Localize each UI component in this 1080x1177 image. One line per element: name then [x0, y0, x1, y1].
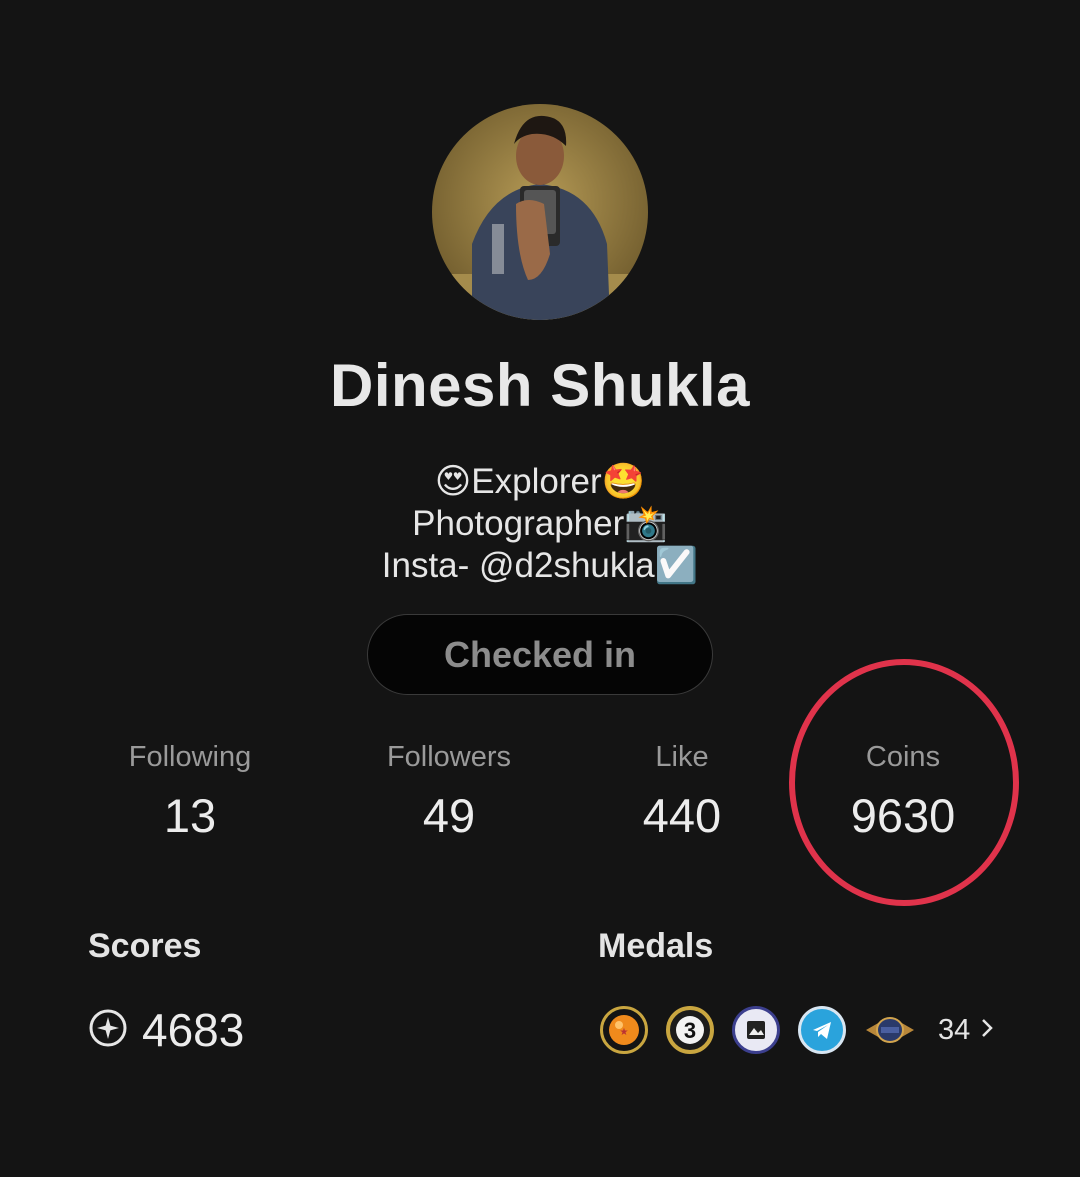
- telegram-medal-icon: [798, 1006, 846, 1054]
- score-value: 4683: [142, 1004, 245, 1056]
- svg-text:★: ★: [620, 1027, 629, 1038]
- stat-label: Like: [655, 741, 709, 773]
- photo-medal-icon: [732, 1006, 780, 1054]
- medals-title: Medals: [598, 927, 714, 965]
- highlight-circle-annotation: [789, 659, 1019, 906]
- winged-badge-medal-icon: [864, 1006, 916, 1054]
- score-compass-icon: [88, 1008, 128, 1053]
- profile-avatar[interactable]: [432, 104, 648, 320]
- stat-following[interactable]: Following 13: [80, 737, 300, 843]
- scores-title: Scores: [88, 927, 202, 965]
- bio-line: Insta- @d2shukla☑️: [381, 546, 699, 585]
- stat-label: Followers: [386, 741, 512, 773]
- stat-like[interactable]: Like 440: [572, 737, 792, 843]
- chevron-right-icon: [980, 1014, 994, 1047]
- svg-text:3: 3: [684, 1018, 696, 1043]
- medals-count: 34: [938, 1013, 971, 1046]
- medals-row[interactable]: ★ 3 34: [600, 1005, 994, 1055]
- stat-value: 49: [422, 789, 476, 842]
- stat-followers[interactable]: Followers 49: [339, 737, 559, 843]
- stat-label: Following: [128, 741, 252, 773]
- checked-in-button[interactable]: Checked in: [367, 614, 713, 695]
- profile-name: Dinesh Shukla: [330, 352, 750, 419]
- stat-value: 13: [163, 789, 217, 842]
- scores-value-row[interactable]: 4683: [88, 1003, 244, 1057]
- avatar-photo: [432, 104, 648, 320]
- stat-value: 440: [642, 789, 722, 842]
- profile-bio: 😍Explorer🤩 Photographer📸 Insta- @d2shukl…: [0, 461, 1080, 587]
- dragon-ball-medal-icon: ★: [600, 1006, 648, 1054]
- medals-count-link[interactable]: 34: [938, 1014, 994, 1047]
- bio-line: Photographer📸: [412, 504, 668, 543]
- bio-line: 😍Explorer🤩: [434, 462, 646, 501]
- number-3-medal-icon: 3: [666, 1006, 714, 1054]
